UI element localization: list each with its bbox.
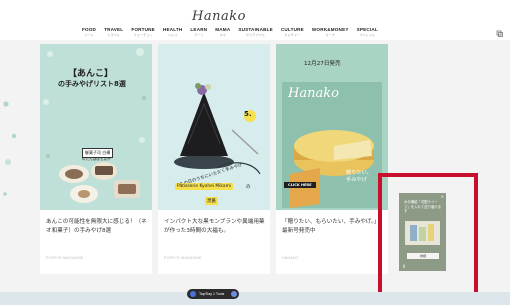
card-title[interactable]: インパクト大な黒モンブランや異端用菓が作った3時間の大福も。 [164, 218, 266, 236]
patisserie-suffix: の [246, 185, 251, 190]
card-image-anko: 【あんこ】 の手みやげリスト8選 御菓子司 白樺 のたんぽぽもなか [40, 44, 152, 210]
anko-subheading: の手みやげリスト8選 [58, 80, 126, 88]
nav-work-money[interactable]: WORK&MONEY ワーク [312, 27, 349, 37]
magazine-logo: Hanako [288, 86, 339, 101]
site-logo[interactable]: Hanako [192, 9, 246, 24]
ad-close-icon[interactable]: × [441, 194, 444, 199]
card-title[interactable]: 「贈りたい、もらいたい、手みやげ。」最新号発売中 [282, 218, 384, 236]
anko-heading: 【あんこ】 [68, 69, 114, 79]
nav-mama[interactable]: MAMA ママ [215, 27, 230, 37]
floating-tool-pill[interactable]: Tap/Say 1 Tools [187, 289, 239, 299]
card-image-mont-blanc: 5. その日のうちにいただく手みやげ Pâtisserie Kyohei Mik… [158, 44, 270, 210]
nav-learn[interactable]: LEARN ラーン [190, 27, 207, 37]
ad-product-icon [410, 224, 434, 241]
mont-blanc-number: 5. [244, 110, 252, 118]
ad-highlight-frame: × 水分補給「宅配ナイーブ」を入れて送り届けます 詳細 II [378, 173, 478, 301]
video-ad[interactable]: × 水分補給「宅配ナイーブ」を入れて送り届けます 詳細 II [399, 193, 446, 271]
card-title[interactable]: あんこの可能性を無限大に感じる！（ネオ和菓子）の手みやげ8選 [46, 218, 148, 236]
ad-product-image [405, 221, 440, 245]
nav-special[interactable]: SPECIAL スペシャル [357, 27, 378, 37]
ad-text: 水分補給「宅配ナイーブ」を入れて送り届けます [404, 200, 442, 214]
tool-icon [190, 291, 196, 297]
card-image-magazine: 12月27日発売 Hanako CLICK HERE 贈りたい、手みやげ [276, 44, 388, 210]
ad-details-button[interactable]: 詳細 [407, 253, 439, 259]
click-here-button[interactable]: CLICK HERE [284, 182, 316, 188]
pause-icon[interactable]: II [403, 264, 405, 269]
nav-food[interactable]: FOOD フード [82, 27, 96, 37]
nav-sustainable[interactable]: SUSTAINABLE サステナブル [238, 27, 273, 37]
nav-culture[interactable]: CULTURE カルチャー [281, 27, 304, 37]
article-card-mont-blanc[interactable]: 5. その日のうちにいただく手みやげ Pâtisserie Kyohei Mik… [158, 44, 270, 274]
cover-caption: 贈りたい、手みやげ [346, 170, 372, 183]
anko-shop-tag2: のたんぽぽもなか [82, 157, 111, 161]
card-source: POPEYE MAGAZINE [164, 256, 202, 260]
card-source: POPEYE MAGAZINE [46, 256, 84, 260]
article-card-anko[interactable]: 【あんこ】 の手みやげリスト8選 御菓子司 白樺 のたんぽぽもなか あんこの可能… [40, 44, 152, 274]
header-menu-icon[interactable] [496, 30, 503, 37]
carousel-prev-partial [3, 101, 17, 196]
pill-action-icon[interactable] [231, 291, 237, 297]
main-nav: FOOD フード TRAVEL トラベル FORTUNE フォーチュン HEALTH ヘ… [82, 27, 378, 37]
badge-kuroshou: 黒醤 [205, 197, 218, 205]
card-source: HANAKO [282, 256, 299, 260]
patisserie-badge: Pâtisserie Kyohei Mikami [175, 183, 234, 190]
nav-fortune[interactable]: FORTUNE フォーチュン [131, 27, 155, 37]
pill-label: Tap/Say 1 Tools [199, 292, 225, 296]
nav-travel[interactable]: TRAVEL トラベル [104, 27, 123, 37]
footer-bar [0, 292, 510, 305]
nav-health[interactable]: HEALTH ヘルス [163, 27, 183, 37]
release-date: 12月27日発売 [304, 61, 341, 67]
site-header: Hanako FOOD フード TRAVEL トラベル FORTUNE フォーチュン … [0, 0, 510, 40]
article-card-magazine[interactable]: 12月27日発売 Hanako CLICK HERE 贈りたい、手みやげ 「贈り… [276, 44, 388, 274]
